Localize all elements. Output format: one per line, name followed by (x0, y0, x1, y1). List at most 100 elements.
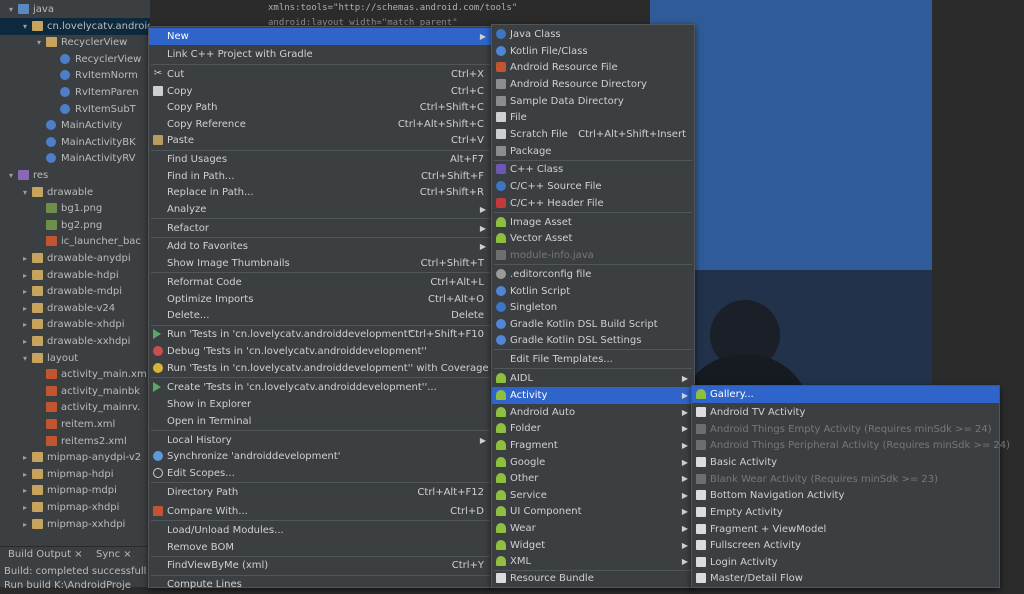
tree-item[interactable]: ▾ RecyclerView (0, 34, 150, 51)
menu-show-thumbnails[interactable]: Show Image Thumbnails Ctrl+Shift+T (149, 255, 492, 272)
new-file[interactable]: File (492, 109, 694, 126)
chevron-down-icon[interactable]: ▾ (20, 184, 30, 201)
activity-gallery[interactable]: Gallery... (692, 386, 999, 403)
menu-delete[interactable]: Delete... Delete (149, 307, 492, 324)
menu-run-tests[interactable]: Run 'Tests in 'cn.lovelycatv.androiddeve… (149, 326, 492, 343)
menu-reformat-code[interactable]: Reformat Code Ctrl+Alt+L (149, 274, 492, 291)
tree-item[interactable]: ▸ drawable-mdpi (0, 283, 150, 300)
chevron-right-icon[interactable]: ▸ (20, 449, 30, 466)
new-xml[interactable]: XML ▶ (492, 553, 694, 570)
chevron-right-icon[interactable]: ▸ (20, 250, 30, 267)
menu-find-in-path[interactable]: Find in Path... Ctrl+Shift+F (149, 168, 492, 185)
chevron-down-icon[interactable]: ▾ (6, 167, 16, 184)
tree-item[interactable]: ▸ mipmap-hdpi (0, 466, 150, 483)
chevron-right-icon[interactable]: ▸ (20, 300, 30, 317)
menu-copy[interactable]: Copy Ctrl+C (149, 83, 492, 100)
tree-item[interactable]: activity_main.xm (0, 366, 150, 383)
new-image-asset[interactable]: Image Asset (492, 214, 694, 231)
menu-cut[interactable]: ✂ Cut Ctrl+X (149, 66, 492, 83)
menu-copy-path[interactable]: Copy Path Ctrl+Shift+C (149, 99, 492, 116)
menu-optimize-imports[interactable]: Optimize Imports Ctrl+Alt+O (149, 291, 492, 308)
activity-login[interactable]: Login Activity (692, 554, 999, 571)
activity-fragment-viewmodel[interactable]: Fragment + ViewModel (692, 521, 999, 538)
tree-item[interactable]: ▾ layout (0, 350, 150, 367)
chevron-right-icon[interactable]: ▸ (20, 333, 30, 350)
new-kotlin-file[interactable]: Kotlin File/Class (492, 43, 694, 60)
new-aidl[interactable]: AIDL ▶ (492, 370, 694, 387)
new-widget[interactable]: Widget ▶ (492, 537, 694, 554)
tree-item[interactable]: ▾ res (0, 167, 150, 184)
tree-item[interactable]: ▾ java (0, 1, 150, 18)
chevron-down-icon[interactable]: ▾ (20, 18, 30, 35)
tree-item[interactable]: RvItemSubT (0, 101, 150, 118)
chevron-down-icon[interactable]: ▾ (20, 350, 30, 367)
menu-refactor[interactable]: Refactor ▶ (149, 220, 492, 237)
menu-directory-path[interactable]: Directory Path Ctrl+Alt+F12 (149, 484, 492, 501)
tree-item[interactable]: ▸ drawable-hdpi (0, 267, 150, 284)
chevron-right-icon[interactable]: ▸ (20, 466, 30, 483)
menu-compute-lines[interactable]: Compute Lines (149, 576, 492, 593)
tree-item[interactable]: ▸ drawable-v24 (0, 300, 150, 317)
new-editorconfig[interactable]: .editorconfig file (492, 266, 694, 283)
menu-find-usages[interactable]: Find Usages Alt+F7 (149, 151, 492, 168)
tree-item[interactable]: RecyclerView (0, 51, 150, 68)
chevron-right-icon[interactable]: ▸ (20, 316, 30, 333)
tree-item[interactable]: reitems2.xml (0, 433, 150, 450)
tree-item[interactable]: ▸ drawable-anydpi (0, 250, 150, 267)
menu-local-history[interactable]: Local History ▶ (149, 432, 492, 449)
new-kotlin-script[interactable]: Kotlin Script (492, 283, 694, 300)
tree-item[interactable]: RvItemParen (0, 84, 150, 101)
new-gradle-build-script[interactable]: Gradle Kotlin DSL Build Script (492, 316, 694, 333)
project-tree[interactable]: ▾java▾cn.lovelycatv.androiddevelop▾Recyc… (0, 0, 150, 546)
tree-item[interactable]: ▸ drawable-xxhdpi (0, 333, 150, 350)
new-c-source-file[interactable]: C/C++ Source File (492, 178, 694, 195)
new-gradle-settings[interactable]: Gradle Kotlin DSL Settings (492, 332, 694, 349)
menu-paste[interactable]: Paste Ctrl+V (149, 132, 492, 149)
chevron-right-icon[interactable]: ▸ (20, 283, 30, 300)
new-android-resource-file[interactable]: Android Resource File (492, 59, 694, 76)
tab-build-output[interactable]: Build Output × (8, 547, 83, 563)
new-android-auto[interactable]: Android Auto ▶ (492, 404, 694, 421)
activity-basic[interactable]: Basic Activity (692, 454, 999, 471)
tree-item[interactable]: bg1.png (0, 200, 150, 217)
new-folder[interactable]: Folder ▶ (492, 420, 694, 437)
menu-findviewbyme[interactable]: FindViewByMe (xml) Ctrl+Y (149, 557, 492, 574)
tree-item[interactable]: ▸ mipmap-xhdpi (0, 499, 150, 516)
tree-item[interactable]: MainActivityBK (0, 134, 150, 151)
tree-item[interactable]: activity_mainbk (0, 383, 150, 400)
new-c-header-file[interactable]: C/C++ Header File (492, 195, 694, 212)
menu-compare-with[interactable]: Compare With... Ctrl+D (149, 503, 492, 520)
new-scratch-file[interactable]: Scratch File Ctrl+Alt+Shift+Insert (492, 126, 694, 143)
tree-item[interactable]: ▸ mipmap-xxhdpi (0, 516, 150, 533)
tree-item[interactable]: ▾ cn.lovelycatv.androiddevelop (0, 17, 150, 35)
activity-bottom-navigation[interactable]: Bottom Navigation Activity (692, 487, 999, 504)
new-service[interactable]: Service ▶ (492, 487, 694, 504)
new-fragment[interactable]: Fragment ▶ (492, 437, 694, 454)
menu-new[interactable]: New ▶ (149, 28, 492, 45)
new-google[interactable]: Google ▶ (492, 454, 694, 471)
tree-item[interactable]: bg2.png (0, 217, 150, 234)
activity-android-tv[interactable]: Android TV Activity (692, 404, 999, 421)
menu-add-favorites[interactable]: Add to Favorites ▶ (149, 238, 492, 255)
new-android-resource-directory[interactable]: Android Resource Directory (492, 76, 694, 93)
tree-item[interactable]: ▾ drawable (0, 184, 150, 201)
new-cpp-class[interactable]: C++ Class (492, 161, 694, 178)
tree-item[interactable]: ▸ mipmap-anydpi-v2 (0, 449, 150, 466)
new-package[interactable]: Package (492, 143, 694, 160)
new-sample-data-directory[interactable]: Sample Data Directory (492, 93, 694, 110)
tree-item[interactable]: ic_launcher_bac (0, 233, 150, 250)
new-other[interactable]: Other ▶ (492, 470, 694, 487)
activity-master-detail[interactable]: Master/Detail Flow (692, 570, 999, 587)
chevron-right-icon[interactable]: ▸ (20, 482, 30, 499)
chevron-down-icon[interactable]: ▾ (6, 1, 16, 18)
menu-replace-in-path[interactable]: Replace in Path... Ctrl+Shift+R (149, 184, 492, 201)
tree-item[interactable]: RvItemNorm (0, 67, 150, 84)
menu-copy-reference[interactable]: Copy Reference Ctrl+Alt+Shift+C (149, 116, 492, 133)
activity-fullscreen[interactable]: Fullscreen Activity (692, 537, 999, 554)
tree-item[interactable]: ▸ drawable-xhdpi (0, 316, 150, 333)
new-resource-bundle[interactable]: Resource Bundle (492, 570, 694, 587)
new-activity[interactable]: Activity ▶ (492, 387, 694, 404)
chevron-right-icon[interactable]: ▸ (20, 516, 30, 533)
tree-item[interactable]: activity_mainrv. (0, 399, 150, 416)
chevron-down-icon[interactable]: ▾ (34, 34, 44, 51)
